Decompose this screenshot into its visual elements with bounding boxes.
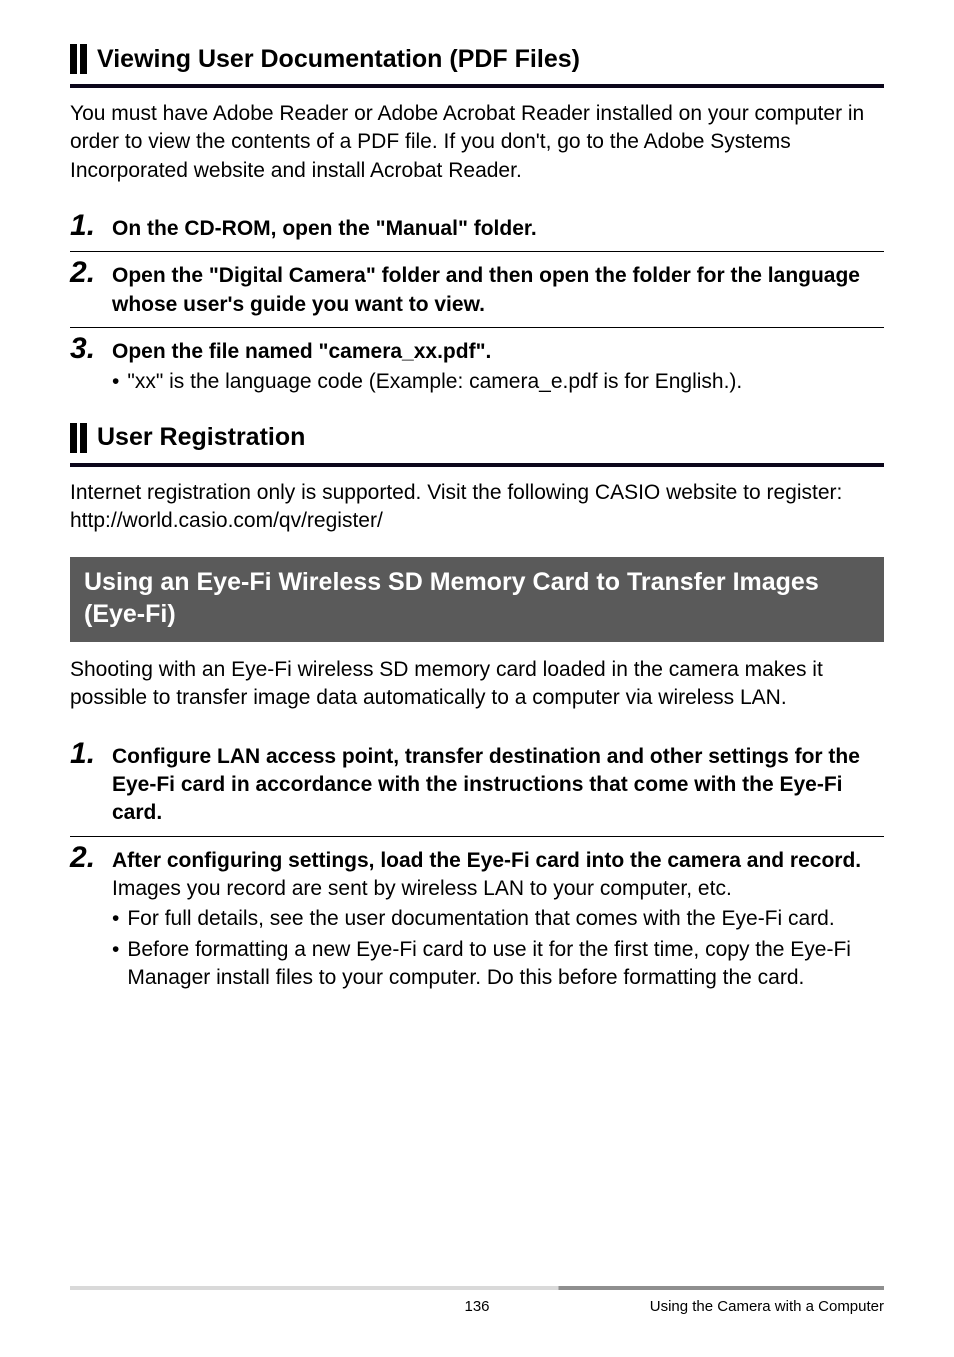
heading-user-registration-text: User Registration — [97, 423, 305, 452]
step-title: Open the "Digital Camera" folder and the… — [112, 262, 884, 319]
step-number: 1 — [70, 211, 102, 241]
eyefi-steps: 1 Configure LAN access point, transfer d… — [70, 733, 884, 1001]
step-title: Open the file named "camera_xx.pdf". — [112, 338, 884, 366]
bullet-text: Before formatting a new Eye-Fi card to u… — [127, 936, 884, 993]
step-bullet: • Before formatting a new Eye-Fi card to… — [112, 936, 884, 993]
step-bullet: • For full details, see the user documen… — [112, 905, 884, 933]
user-registration-text: Internet registration only is supported.… — [70, 479, 884, 536]
step: 1 Configure LAN access point, transfer d… — [70, 733, 884, 836]
step-number: 3 — [70, 334, 102, 364]
user-registration-line1: Internet registration only is supported.… — [70, 481, 842, 504]
heading-underline — [70, 463, 884, 467]
footer-section-title: Using the Camera with a Computer — [650, 1298, 884, 1315]
eyefi-intro: Shooting with an Eye-Fi wireless SD memo… — [70, 656, 884, 713]
heading-bars-icon — [70, 423, 87, 453]
step-number: 2 — [70, 258, 102, 288]
viewing-intro: You must have Adobe Reader or Adobe Acro… — [70, 100, 884, 185]
step: 2 After configuring settings, load the E… — [70, 837, 884, 1001]
step-number: 2 — [70, 843, 102, 873]
heading-viewing: Viewing User Documentation (PDF Files) — [70, 44, 884, 74]
bullet-text: For full details, see the user documenta… — [127, 905, 834, 933]
heading-underline — [70, 84, 884, 88]
step-title: Configure LAN access point, transfer des… — [112, 743, 884, 828]
bullet-text: "xx" is the language code (Example: came… — [127, 368, 742, 396]
footer-rule — [70, 1286, 884, 1290]
step: 2 Open the "Digital Camera" folder and t… — [70, 252, 884, 327]
viewing-steps: 1 On the CD-ROM, open the "Manual" folde… — [70, 205, 884, 405]
heading-bars-icon — [70, 44, 87, 74]
user-registration-url: http://world.casio.com/qv/register/ — [70, 509, 383, 532]
page-number: 136 — [464, 1298, 489, 1315]
footer: 136 Using the Camera with a Computer — [70, 1286, 884, 1315]
heading-viewing-text: Viewing User Documentation (PDF Files) — [97, 45, 580, 74]
heading-eyefi-text: Using an Eye-Fi Wireless SD Memory Card … — [84, 567, 870, 630]
bullet-icon: • — [112, 905, 119, 933]
step: 3 Open the file named "camera_xx.pdf". •… — [70, 328, 884, 405]
heading-user-registration: User Registration — [70, 423, 884, 453]
step-number: 1 — [70, 739, 102, 769]
bullet-icon: • — [112, 936, 119, 993]
step-title: After configuring settings, load the Eye… — [112, 847, 884, 875]
bullet-icon: • — [112, 368, 119, 396]
step-bullet: • "xx" is the language code (Example: ca… — [112, 368, 884, 396]
step-title: On the CD-ROM, open the "Manual" folder. — [112, 215, 884, 243]
page: Viewing User Documentation (PDF Files) Y… — [0, 0, 954, 1357]
heading-eyefi: Using an Eye-Fi Wireless SD Memory Card … — [70, 557, 884, 642]
step-note: Images you record are sent by wireless L… — [112, 875, 884, 903]
step: 1 On the CD-ROM, open the "Manual" folde… — [70, 205, 884, 251]
